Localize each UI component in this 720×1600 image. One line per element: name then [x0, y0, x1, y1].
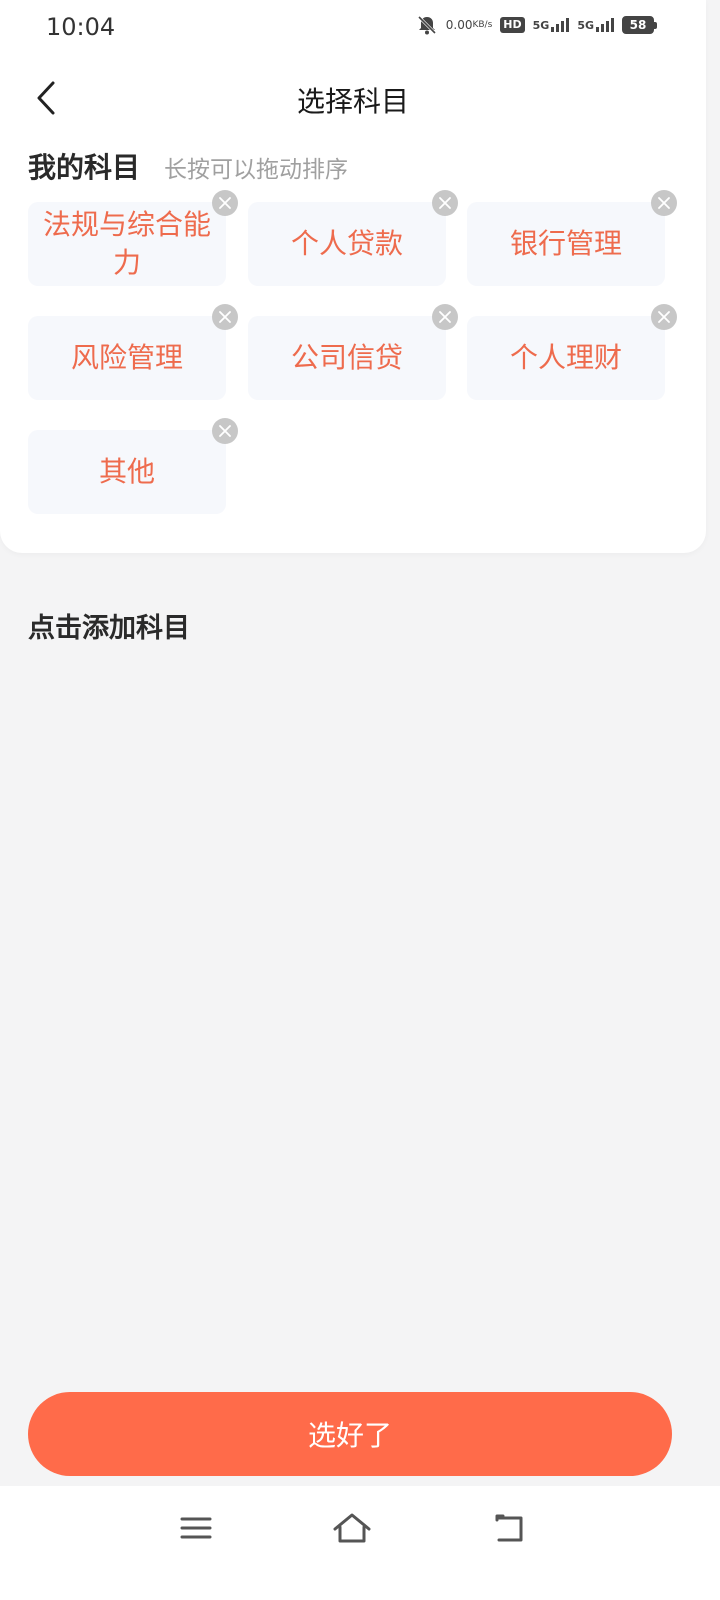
my-subjects-list: 法规与综合能力 个人贷款 银行管理 风险管理 公司信贷 个人理财 其他 — [0, 0, 706, 553]
subject-chip-label: 个人理财 — [509, 341, 622, 374]
system-nav-bar — [0, 1486, 720, 1600]
remove-subject-button[interactable] — [212, 190, 238, 216]
subject-chip-label: 法规与综合能力 — [42, 208, 211, 279]
close-icon — [219, 425, 231, 437]
subject-chip-label: 个人贷款 — [290, 227, 403, 260]
back-icon — [495, 1514, 523, 1542]
close-icon — [219, 197, 231, 209]
add-subjects-title: 点击添加科目 — [28, 613, 190, 644]
subject-chip[interactable]: 个人贷款 — [248, 190, 458, 286]
remove-subject-button[interactable] — [212, 304, 238, 330]
remove-subject-button[interactable] — [651, 304, 677, 330]
nav-menu-button[interactable] — [166, 1506, 226, 1550]
close-icon — [219, 311, 231, 323]
close-icon — [658, 311, 670, 323]
subject-chip-label: 风险管理 — [70, 341, 183, 374]
nav-home-button[interactable] — [322, 1506, 382, 1550]
subject-chip[interactable]: 个人理财 — [467, 304, 677, 400]
subject-chip[interactable]: 其他 — [28, 418, 238, 514]
subject-chip[interactable]: 银行管理 — [467, 190, 677, 286]
screen: 10:04 0.00 KB/s HD 5G 5G 58 选择科目 我的科目 长按… — [0, 0, 720, 1600]
remove-subject-button[interactable] — [212, 418, 238, 444]
subject-chip[interactable]: 公司信贷 — [248, 304, 458, 400]
subject-chip-label: 公司信贷 — [290, 341, 403, 374]
subject-chip-label: 其他 — [98, 455, 155, 488]
nav-back-button[interactable] — [480, 1506, 540, 1550]
remove-subject-button[interactable] — [432, 190, 458, 216]
menu-icon — [180, 1517, 212, 1539]
home-icon — [333, 1513, 371, 1543]
close-icon — [439, 311, 451, 323]
confirm-button[interactable]: 选好了 — [28, 1392, 672, 1476]
subject-chip-label: 银行管理 — [509, 227, 622, 260]
close-icon — [439, 197, 451, 209]
remove-subject-button[interactable] — [651, 190, 677, 216]
remove-subject-button[interactable] — [432, 304, 458, 330]
close-icon — [658, 197, 670, 209]
subject-chip[interactable]: 风险管理 — [28, 304, 238, 400]
subject-chip[interactable]: 法规与综合能力 — [28, 190, 238, 286]
